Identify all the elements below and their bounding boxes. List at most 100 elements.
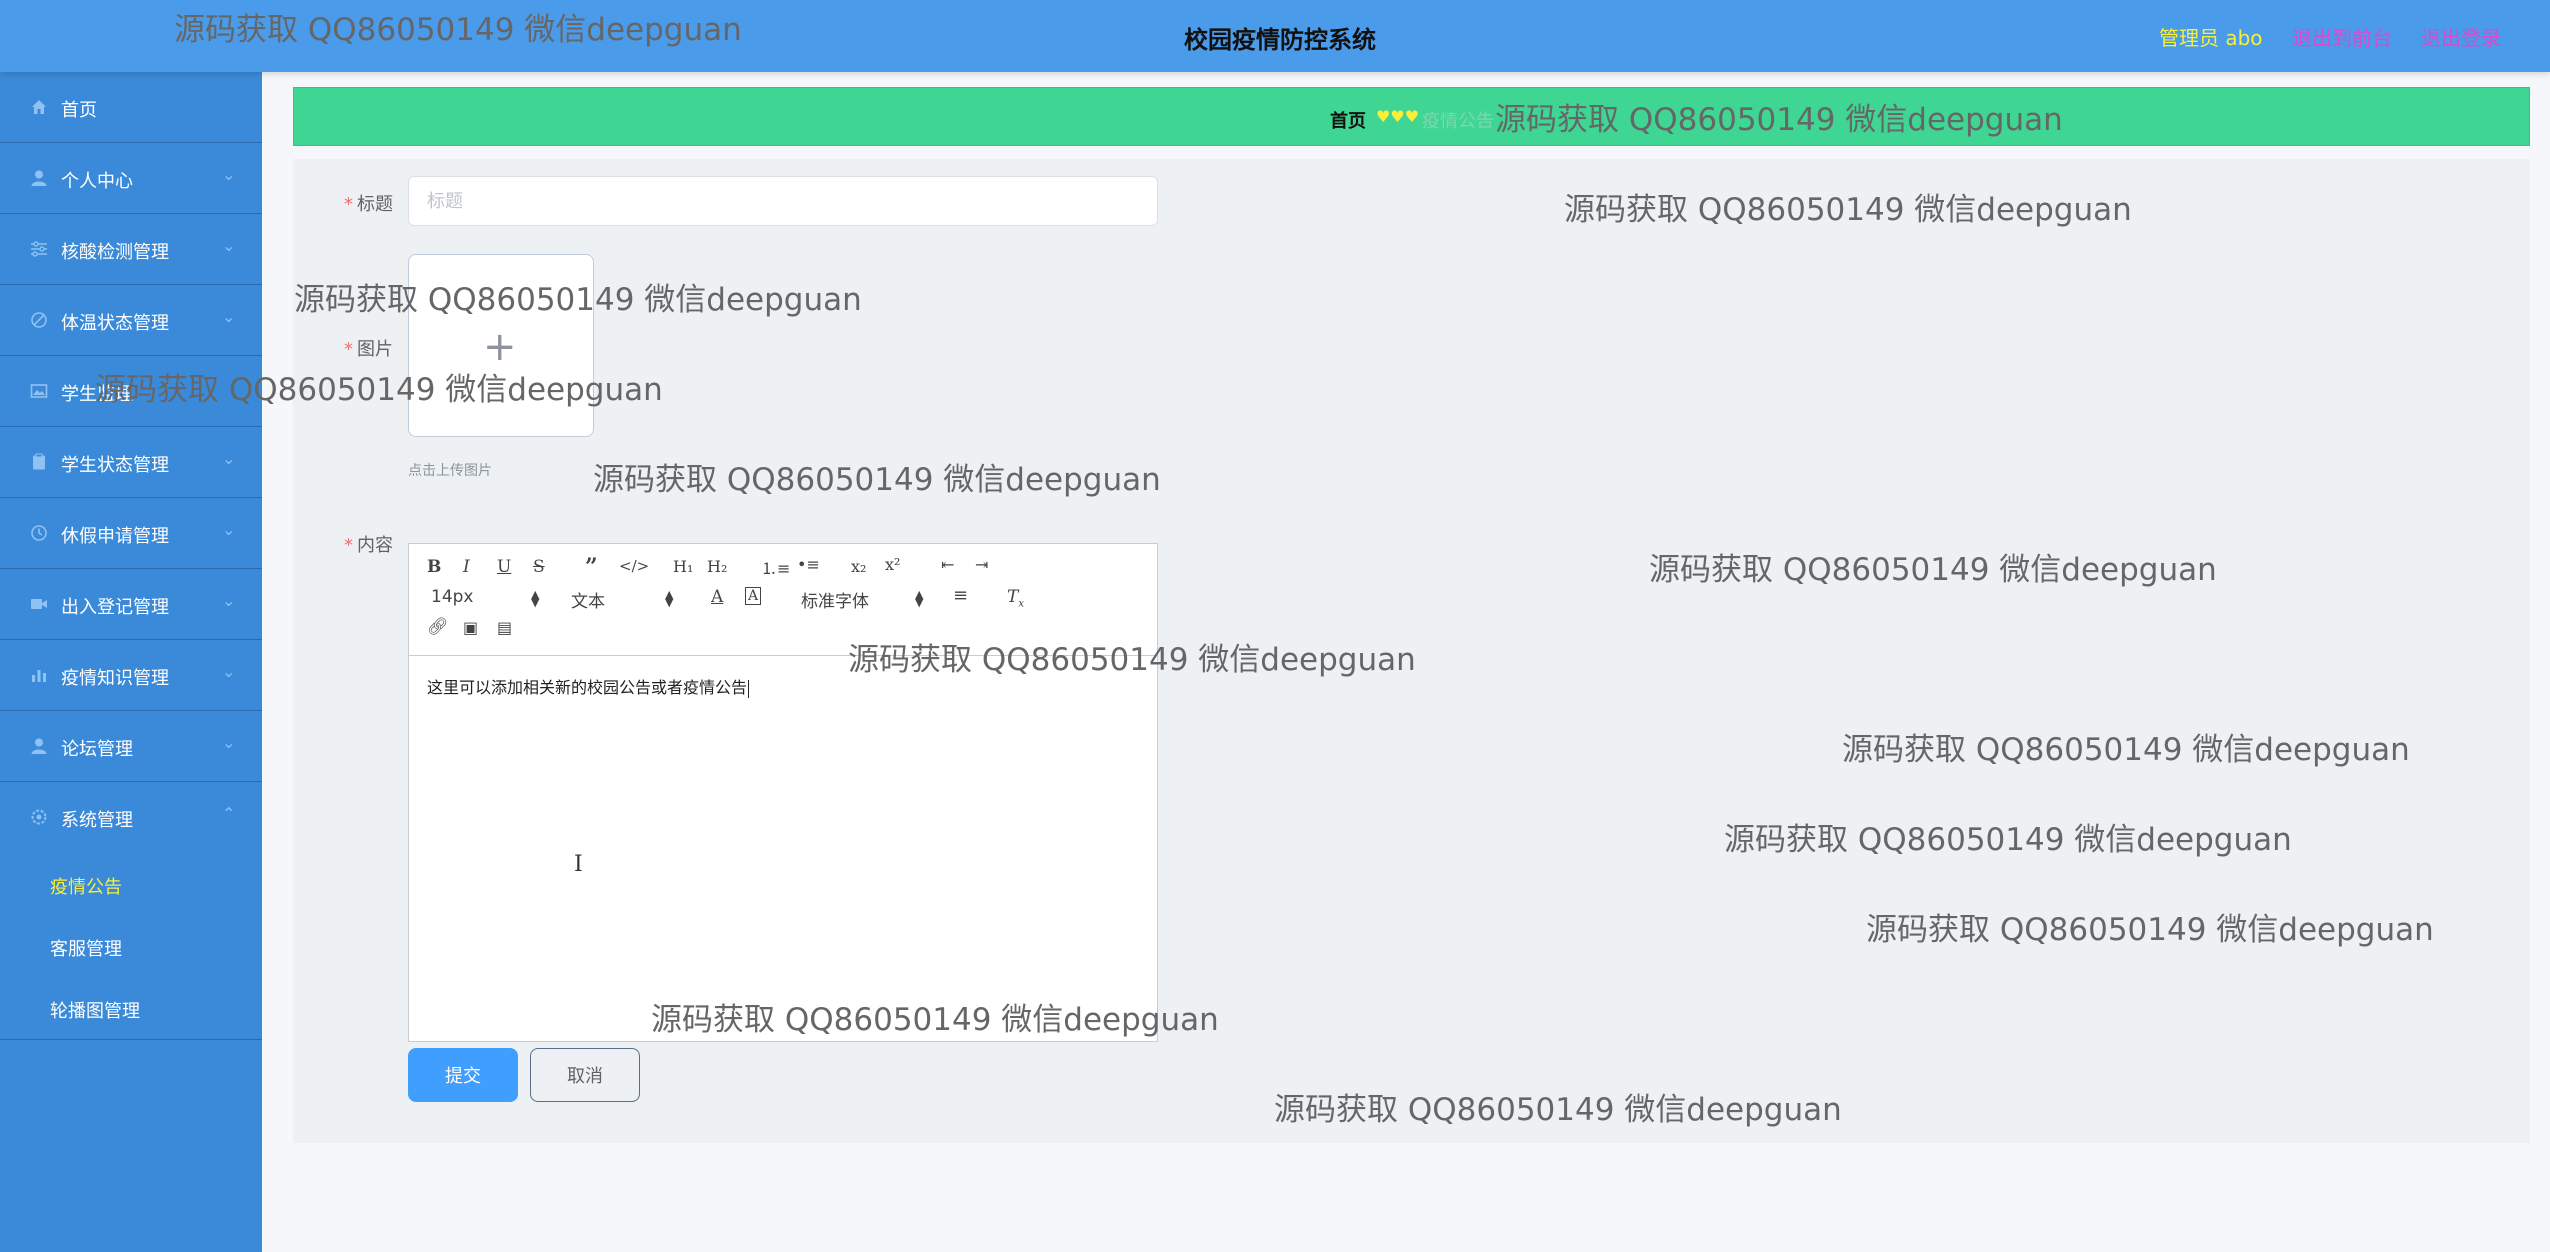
sidebar-subitem-label: 疫情公告 <box>50 877 122 898</box>
sidebar-item-nucleic-test[interactable]: 核酸检测管理 ⌄ <box>0 214 262 285</box>
background-color-icon[interactable]: A <box>745 587 762 605</box>
sidebar-subitem-epidemic-notice[interactable]: 疫情公告 <box>0 853 262 915</box>
watermark: 源码获取 QQ86050149 微信deepguan <box>1495 102 2063 138</box>
sidebar-subitem-label: 客服管理 <box>50 939 122 960</box>
sidebar-item-label: 论坛管理 <box>61 739 133 760</box>
underline-icon[interactable]: U <box>497 557 511 577</box>
title-input[interactable] <box>408 176 1158 226</box>
bullet-list-icon[interactable]: •≡ <box>797 555 820 574</box>
chevron-down-icon: ⌄ <box>222 520 236 539</box>
align-icon[interactable]: ≡ <box>953 585 968 606</box>
sidebar-item-label: 疫情知识管理 <box>61 668 169 689</box>
editor-content[interactable]: 这里可以添加相关新的校园公告或者疫情公告 <box>427 674 750 698</box>
heading-1-icon[interactable]: H₁ <box>673 557 693 576</box>
bold-icon[interactable]: B <box>427 557 441 577</box>
admin-username: 管理员 abo <box>2159 26 2263 50</box>
chevron-down-icon: ⌄ <box>222 236 236 255</box>
watermark: 源码获取 QQ86050149 微信deepguan <box>174 12 742 48</box>
rich-text-editor[interactable]: B I U S ” </> H₁ H₂ ⒈≡ •≡ x₂ x² ⇤ ⇥ 14px… <box>408 543 1158 1042</box>
text-cursor <box>748 679 750 698</box>
content-label: * 内容 <box>344 535 393 556</box>
watermark: 源码获取 QQ86050149 微信deepguan <box>651 1002 1219 1038</box>
italic-icon[interactable]: I <box>463 557 470 577</box>
sidebar-item-personal-center[interactable]: 个人中心 ⌄ <box>0 143 262 214</box>
sidebar-item-home[interactable]: 首页 <box>0 72 262 143</box>
no-entry-icon <box>30 311 48 329</box>
watermark: 源码获取 QQ86050149 微信deepguan <box>1724 822 2292 858</box>
cancel-button[interactable]: 取消 <box>530 1048 640 1102</box>
breadcrumb-current: 疫情公告 <box>1422 111 1494 132</box>
sliders-icon <box>30 240 48 258</box>
select-arrows-icon: ▲ ▼ <box>531 588 540 609</box>
chevron-down-icon: ⌄ <box>222 449 236 468</box>
subscript-icon[interactable]: x₂ <box>851 557 866 576</box>
chevron-up-icon: ⌃ <box>222 804 236 823</box>
clock-icon <box>30 524 48 542</box>
chart-icon <box>30 666 48 684</box>
clipboard-icon <box>30 453 48 471</box>
font-size-select[interactable]: 14px ▲ ▼ <box>431 587 539 608</box>
link-icon[interactable]: 🔗︎ <box>427 617 449 637</box>
sidebar-item-label: 首页 <box>61 100 97 121</box>
font-color-icon[interactable]: A <box>711 587 723 607</box>
user-icon <box>30 737 48 755</box>
chevron-down-icon: ⌄ <box>222 733 236 752</box>
chevron-down-icon: ⌄ <box>222 165 236 184</box>
logout-link[interactable]: 退出登录 <box>2421 22 2501 51</box>
chevron-down-icon: ⌄ <box>222 591 236 610</box>
breadcrumb-separator-hearts-icon: ♥♥♥ <box>1376 107 1420 126</box>
title-label: * 标题 <box>344 194 393 215</box>
strikethrough-icon[interactable]: S <box>533 557 545 577</box>
watermark: 源码获取 QQ86050149 微信deepguan <box>1866 912 2434 948</box>
watermark: 源码获取 QQ86050149 微信deepguan <box>294 282 862 318</box>
sidebar-item-student-status[interactable]: 学生状态管理 ⌄ <box>0 427 262 498</box>
sidebar-item-label: 学生状态管理 <box>61 455 169 476</box>
image-insert-icon[interactable]: ▣ <box>463 618 478 637</box>
sidebar-subitem-label: 轮播图管理 <box>50 1001 140 1022</box>
clear-format-icon[interactable]: Tx <box>1007 587 1024 609</box>
sidebar-item-label: 休假申请管理 <box>61 526 169 547</box>
sidebar-item-forum[interactable]: 论坛管理 ⌄ <box>0 711 262 782</box>
sidebar-item-entry-exit[interactable]: 出入登记管理 ⌄ <box>0 569 262 640</box>
mouse-ibeam-cursor-icon: I <box>574 852 583 877</box>
sidebar-subitem-carousel[interactable]: 轮播图管理 <box>0 977 262 1039</box>
chevron-down-icon: ⌄ <box>222 662 236 681</box>
upload-hint: 点击上传图片 <box>408 463 492 479</box>
sidebar-item-label: 核酸检测管理 <box>61 242 169 263</box>
sidebar-item-label: 系统管理 <box>61 810 133 831</box>
sidebar-item-temperature[interactable]: 体温状态管理 ⌄ <box>0 285 262 356</box>
video-insert-icon[interactable]: ▤ <box>497 618 512 637</box>
code-block-icon[interactable]: </> <box>619 557 649 575</box>
sidebar-item-epidemic-knowledge[interactable]: 疫情知识管理 ⌄ <box>0 640 262 711</box>
select-arrows-icon: ▲ ▼ <box>915 588 924 609</box>
exit-to-frontend-link[interactable]: 退出到前台 <box>2292 22 2392 51</box>
sidebar-item-label: 体温状态管理 <box>61 313 169 334</box>
watermark: 源码获取 QQ86050149 微信deepguan <box>1649 552 2217 588</box>
sidebar-item-leave-application[interactable]: 休假申请管理 ⌄ <box>0 498 262 569</box>
sidebar-divider <box>0 1039 262 1040</box>
outdent-icon[interactable]: ⇤ <box>941 555 954 574</box>
superscript-icon[interactable]: x² <box>885 555 900 574</box>
submit-button[interactable]: 提交 <box>408 1048 518 1102</box>
sidebar-item-label: 出入登记管理 <box>61 597 169 618</box>
image-icon <box>30 382 48 400</box>
blockquote-icon[interactable]: ” <box>585 554 598 580</box>
sidebar-item-system[interactable]: 系统管理 ⌃ <box>0 782 262 853</box>
sidebar-subitem-customer-service[interactable]: 客服管理 <box>0 915 262 977</box>
ordered-list-icon[interactable]: ⒈≡ <box>761 555 790 579</box>
gear-icon <box>30 808 48 826</box>
breadcrumb-home[interactable]: 首页 <box>1330 107 1366 133</box>
watermark: 源码获取 QQ86050149 微信deepguan <box>1564 192 2132 228</box>
sidebar-menu: 首页 个人中心 ⌄ 核酸检测管理 ⌄ 体温状态管理 ⌄ 学生监理 学生状态管理 … <box>0 72 262 1252</box>
heading-2-icon[interactable]: H₂ <box>707 557 727 576</box>
home-icon <box>30 98 48 116</box>
plus-icon: + <box>483 324 517 370</box>
watermark: 源码获取 QQ86050149 微信deepguan <box>95 372 663 408</box>
watermark: 源码获取 QQ86050149 微信deepguan <box>1842 732 2410 768</box>
font-family-select[interactable]: 标准字体 ▲ ▼ <box>801 587 923 612</box>
indent-icon[interactable]: ⇥ <box>975 555 988 574</box>
watermark: 源码获取 QQ86050149 微信deepguan <box>848 642 1416 678</box>
block-format-select[interactable]: 文本 ▲ ▼ <box>571 587 673 612</box>
breadcrumb: 首页 ♥♥♥ 疫情公告 <box>293 87 2530 146</box>
camera-icon <box>30 595 48 613</box>
